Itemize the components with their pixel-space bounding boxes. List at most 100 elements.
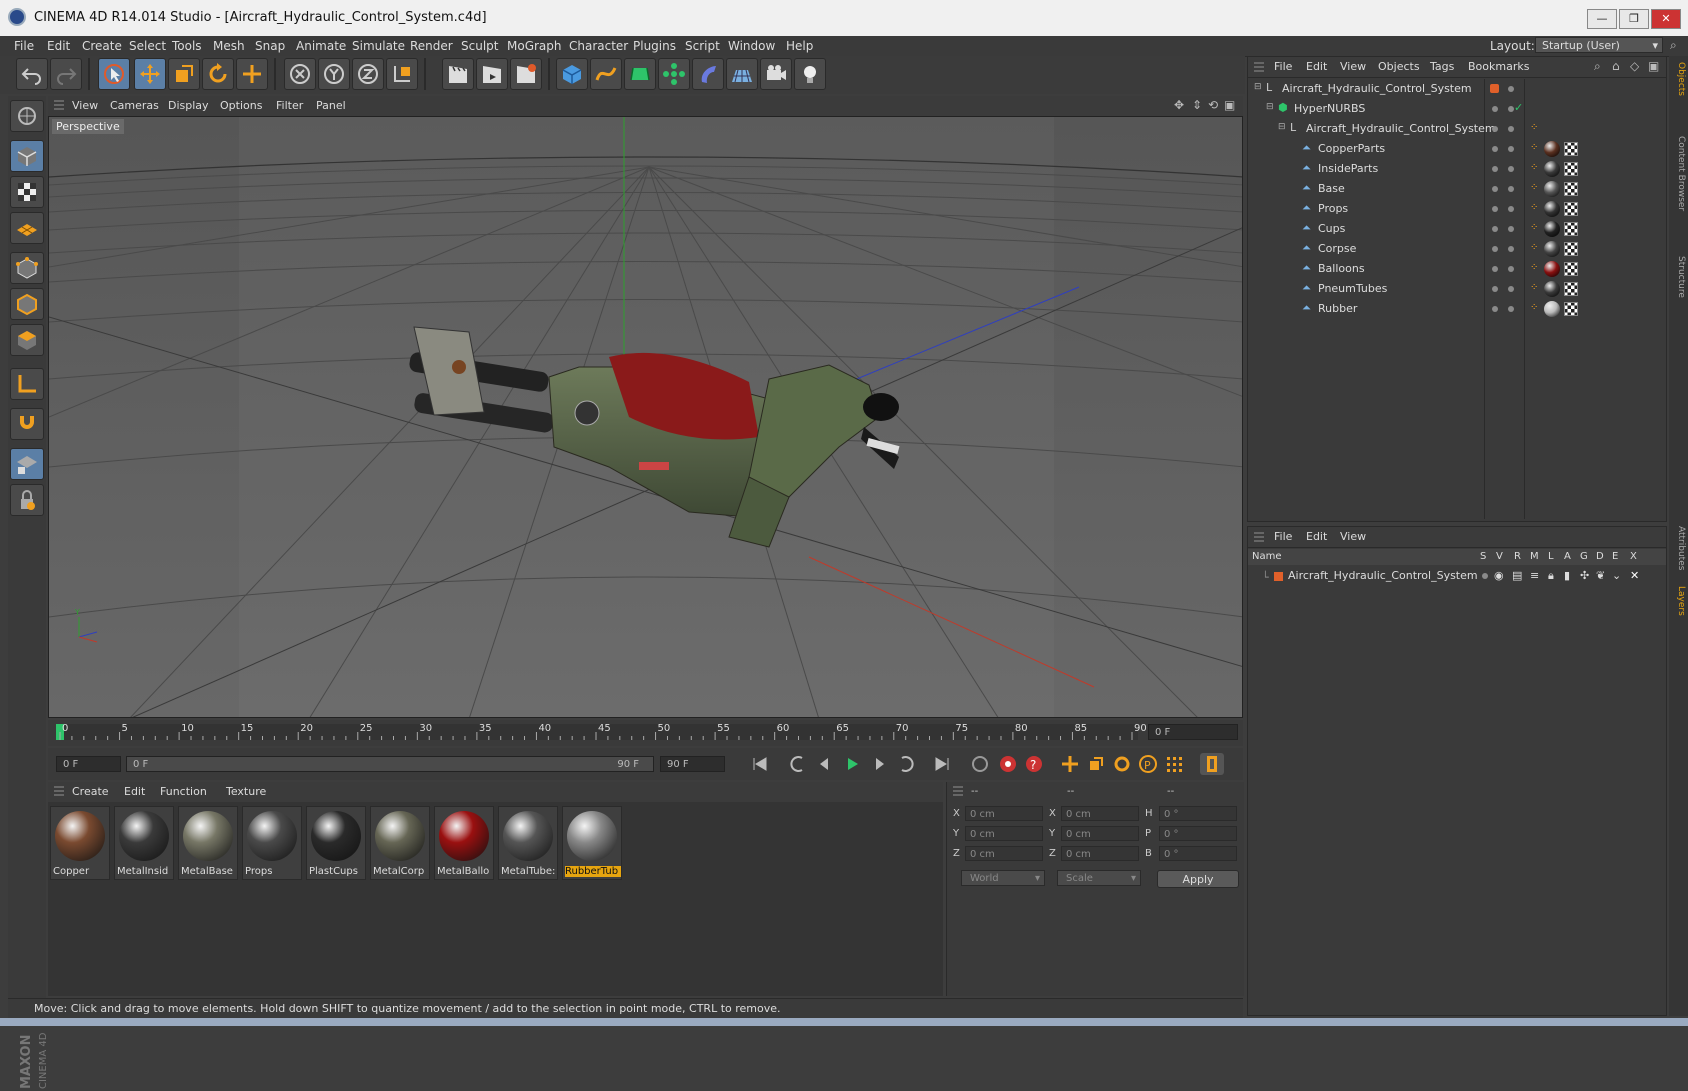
go-to-start-button[interactable] — [748, 753, 772, 775]
menu-animate[interactable]: Animate — [296, 39, 346, 53]
material-tag-icon[interactable] — [1544, 241, 1560, 257]
autokey-button[interactable]: ? — [1022, 753, 1046, 775]
solo-toggle[interactable] — [1482, 573, 1488, 579]
material-tag-icon[interactable] — [1544, 181, 1560, 197]
menu-script[interactable]: Script — [685, 39, 720, 53]
render-settings-button[interactable] — [510, 58, 542, 90]
pos-x-field[interactable]: 0 cm — [965, 806, 1043, 821]
previous-frame-button[interactable] — [812, 753, 836, 775]
add-cube-button[interactable] — [556, 58, 588, 90]
add-floor-button[interactable] — [726, 58, 758, 90]
render-visibility-dot[interactable] — [1508, 86, 1514, 92]
render-visibility-dot[interactable] — [1508, 206, 1514, 212]
tab-structure[interactable]: Structure — [1671, 256, 1686, 298]
editor-visibility-dot[interactable] — [1492, 126, 1498, 132]
menu-mesh[interactable]: Mesh — [213, 39, 245, 53]
add-nurbs-button[interactable] — [624, 58, 656, 90]
material-swatch[interactable]: PlastCups — [306, 806, 366, 880]
menu-render[interactable]: Render — [410, 39, 453, 53]
transform-tool-button[interactable] — [236, 58, 268, 90]
object-menu-edit[interactable]: Edit — [1306, 60, 1327, 73]
phong-tag-icon[interactable]: ⁘ — [1530, 242, 1538, 253]
layer-col-deformers[interactable]: D — [1596, 551, 1604, 562]
tab-objects[interactable]: Objects — [1671, 62, 1686, 96]
phong-tag-icon[interactable]: ⁘ — [1530, 142, 1538, 153]
record-parameter-button[interactable]: P — [1136, 753, 1160, 775]
y-axis-lock-button[interactable] — [318, 58, 350, 90]
lock-icon[interactable]: 🔒︎ — [1548, 569, 1554, 583]
locked-workplane-button[interactable] — [10, 484, 44, 516]
material-swatch[interactable]: MetalInsid — [114, 806, 174, 880]
material-menu-texture[interactable]: Texture — [226, 785, 266, 798]
object-row[interactable]: ⏶ Props ⁘ — [1248, 199, 1666, 219]
drag-handle-icon[interactable] — [953, 786, 963, 796]
new-window-icon[interactable]: ▣ — [1648, 59, 1659, 73]
polygons-mode-button[interactable] — [10, 324, 44, 356]
layer-col-view[interactable]: V — [1496, 551, 1503, 562]
layer-menu-file[interactable]: File — [1274, 530, 1292, 543]
render-visibility-dot[interactable] — [1508, 246, 1514, 252]
previous-key-button[interactable] — [786, 753, 810, 775]
render-visibility-dot[interactable] — [1508, 126, 1514, 132]
next-frame-button[interactable] — [868, 753, 892, 775]
render-visibility-dot[interactable] — [1508, 306, 1514, 312]
object-row[interactable]: ⊟ ⬢ HyperNURBS ✓ — [1248, 99, 1666, 119]
material-tag-icon[interactable] — [1544, 281, 1560, 297]
current-frame-field[interactable]: 0 F — [1148, 724, 1238, 740]
undo-button[interactable] — [16, 58, 48, 90]
move-tool-button[interactable] — [134, 58, 166, 90]
points-mode-button[interactable] — [10, 252, 44, 284]
layer-col-xref[interactable]: X — [1630, 551, 1637, 562]
editor-visibility-dot[interactable] — [1492, 166, 1498, 172]
apply-button[interactable]: Apply — [1157, 870, 1239, 888]
maximize-button[interactable]: ❐ — [1619, 9, 1649, 29]
play-button[interactable] — [840, 753, 864, 775]
render-to-picture-viewer-button[interactable] — [476, 58, 508, 90]
layer-col-locked[interactable]: L — [1548, 551, 1554, 562]
edges-mode-button[interactable] — [10, 288, 44, 320]
axis-mode-button[interactable] — [10, 368, 44, 400]
zoom-view-icon[interactable]: ⇕ — [1192, 98, 1202, 112]
record-scale-button[interactable] — [1084, 753, 1108, 775]
record-button[interactable] — [996, 753, 1020, 775]
material-tag-icon[interactable] — [1544, 301, 1560, 317]
enabled-check-icon[interactable]: ✓ — [1514, 101, 1523, 114]
material-swatch[interactable]: RubberTub — [562, 806, 622, 880]
menu-character[interactable]: Character — [569, 39, 628, 53]
collapse-toggle-icon[interactable]: ⊟ — [1266, 102, 1274, 112]
object-menu-objects[interactable]: Objects — [1378, 60, 1420, 73]
object-row[interactable]: ⏶ Cups ⁘ — [1248, 219, 1666, 239]
uvw-tag-icon[interactable] — [1564, 302, 1578, 316]
object-row[interactable]: ⏶ CopperParts ⁘ — [1248, 139, 1666, 159]
scale-tool-button[interactable] — [168, 58, 200, 90]
add-deformer-button[interactable] — [692, 58, 724, 90]
coordinate-space-dropdown[interactable]: World ▾ — [961, 870, 1045, 886]
keyframe-selection-button[interactable] — [968, 753, 992, 775]
editor-visibility-dot[interactable] — [1492, 306, 1498, 312]
render-visibility-dot[interactable] — [1508, 266, 1514, 272]
close-button[interactable]: ✕ — [1651, 9, 1681, 29]
material-tag-icon[interactable] — [1544, 221, 1560, 237]
animation-icon[interactable]: ▮ — [1564, 569, 1570, 582]
end-frame-field[interactable]: 90 F — [660, 756, 725, 772]
material-menu-function[interactable]: Function — [160, 785, 207, 798]
phong-tag-icon[interactable]: ⁘ — [1530, 222, 1538, 233]
layer-col-animation[interactable]: A — [1564, 551, 1571, 562]
z-axis-lock-button[interactable] — [352, 58, 384, 90]
maximize-view-icon[interactable]: ▣ — [1224, 98, 1235, 112]
rot-h-field[interactable]: 0 ° — [1159, 806, 1237, 821]
deformer-icon[interactable]: ❦ — [1596, 569, 1605, 582]
editor-visibility-dot[interactable] — [1492, 266, 1498, 272]
snap-button[interactable] — [10, 408, 44, 440]
material-tag-icon[interactable] — [1544, 261, 1560, 277]
home-icon[interactable]: ⌂ — [1612, 59, 1620, 73]
uvw-tag-icon[interactable] — [1564, 222, 1578, 236]
layer-col-name[interactable]: Name — [1252, 551, 1282, 562]
drag-handle-icon[interactable] — [54, 786, 64, 796]
menu-help[interactable]: Help — [786, 39, 813, 53]
redo-button[interactable] — [50, 58, 82, 90]
drag-handle-icon[interactable] — [54, 100, 64, 110]
layer-menu-edit[interactable]: Edit — [1306, 530, 1327, 543]
phong-tag-icon[interactable]: ⁘ — [1530, 262, 1538, 273]
layer-col-solo[interactable]: S — [1480, 551, 1486, 562]
